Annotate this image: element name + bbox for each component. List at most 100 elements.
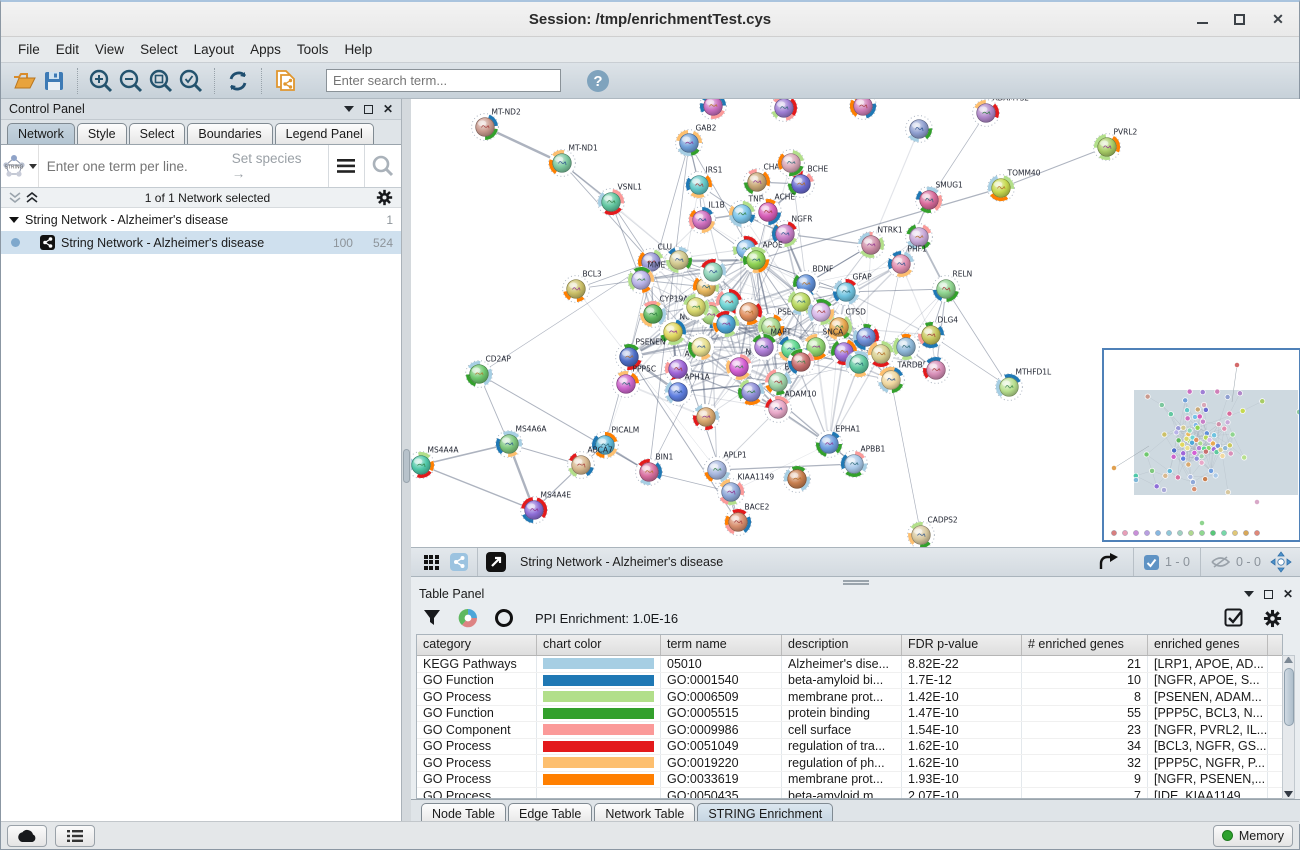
network-node[interactable]: PVRL2	[1094, 128, 1138, 161]
table-row[interactable]: KEGG Pathways05010Alzheimer's dise...8.8…	[417, 656, 1282, 673]
zoom-fit-icon[interactable]	[146, 66, 176, 96]
table-panel-close-icon[interactable]: ✕	[1283, 587, 1293, 601]
network-node[interactable]: VSNL1	[598, 183, 643, 216]
network-node[interactable]	[868, 341, 895, 368]
grid-view-icon[interactable]	[417, 548, 445, 576]
table-row[interactable]: GO FunctionGO:0001540beta-amyloid bi...1…	[417, 673, 1282, 690]
network-node[interactable]	[778, 150, 805, 177]
open-in-browser-icon[interactable]	[482, 548, 510, 576]
network-node[interactable]	[906, 116, 933, 143]
network-node[interactable]: SMUG1	[916, 181, 963, 214]
overview-viewport-rect[interactable]	[1134, 390, 1298, 495]
network-node[interactable]: TOMM40	[988, 169, 1041, 202]
network-node[interactable]	[700, 99, 727, 119]
filter-enrichment-icon[interactable]	[421, 607, 443, 629]
column-header-category[interactable]: category	[417, 635, 537, 655]
network-node[interactable]: APBB1	[841, 445, 886, 478]
table-panel-resize-grip[interactable]	[411, 577, 1300, 585]
minimize-button[interactable]	[1197, 16, 1208, 24]
menu-view[interactable]: View	[88, 39, 131, 60]
scroll-thumb[interactable]	[1284, 668, 1294, 726]
network-node[interactable]: IRS1	[686, 166, 723, 199]
clone-network-icon[interactable]	[270, 66, 300, 96]
column-header-enriched-genes[interactable]: enriched genes	[1148, 635, 1268, 655]
save-session-icon[interactable]	[39, 66, 69, 96]
panel-close-icon[interactable]: ✕	[383, 102, 393, 116]
close-button[interactable]: ✕	[1271, 13, 1285, 27]
network-node[interactable]	[738, 379, 765, 406]
network-node[interactable]: GAB2	[676, 124, 717, 157]
table-row[interactable]: GO ProcessGO:0033619membrane prot...1.93…	[417, 772, 1282, 789]
network-node[interactable]	[713, 311, 740, 338]
collapse-all-icon[interactable]	[9, 192, 22, 204]
network-view-canvas[interactable]: MT-ND2MT-ND1VSNL1GAB2ADAMTS2PVRL2TOMM40S…	[411, 99, 1300, 547]
zoom-in-icon[interactable]	[86, 66, 116, 96]
network-node[interactable]: BACE2	[725, 503, 770, 536]
network-node[interactable]	[700, 259, 727, 286]
network-node[interactable]	[784, 466, 811, 493]
table-row[interactable]: GO ProcessGO:0051049regulation of tra...…	[417, 739, 1282, 756]
table-row[interactable]: GO FunctionGO:0005515protein binding1.47…	[417, 706, 1282, 723]
menu-tools[interactable]: Tools	[290, 39, 336, 60]
menu-edit[interactable]: Edit	[49, 39, 86, 60]
scroll-up-icon[interactable]	[1284, 657, 1293, 663]
network-node[interactable]	[923, 357, 950, 384]
reset-charts-icon[interactable]	[493, 607, 515, 629]
network-node[interactable]: DLG4	[918, 316, 959, 349]
menu-file[interactable]: File	[11, 39, 47, 60]
column-header-term-name[interactable]: term name	[661, 635, 782, 655]
network-node[interactable]	[850, 99, 877, 119]
table-row[interactable]: GO ProcessGO:0019220regulation of ph...1…	[417, 755, 1282, 772]
network-node[interactable]: CADPS2	[908, 516, 958, 548]
network-node[interactable]	[736, 299, 763, 326]
refresh-icon[interactable]	[223, 66, 253, 96]
network-node[interactable]: CD2AP	[466, 355, 512, 388]
network-node[interactable]	[788, 349, 815, 376]
column-header-fdr-p-value[interactable]: FDR p-value	[902, 635, 1022, 655]
menu-select[interactable]: Select	[133, 39, 185, 60]
expand-all-icon[interactable]	[26, 192, 39, 204]
menu-help[interactable]: Help	[337, 39, 379, 60]
table-row[interactable]: GO ProcessGO:0006509membrane prot...1.42…	[417, 689, 1282, 706]
network-node[interactable]	[688, 334, 715, 361]
birdseye-toggle-icon[interactable]	[445, 548, 473, 576]
set-species-link[interactable]: Set species →	[232, 151, 328, 181]
zoom-selected-icon[interactable]	[176, 66, 206, 96]
open-session-icon[interactable]	[9, 66, 39, 96]
network-node[interactable]: CHAT	[744, 163, 784, 196]
network-node[interactable]: PHF1	[888, 245, 927, 278]
panel-splitter-handle[interactable]	[403, 449, 410, 483]
network-node[interactable]	[808, 299, 835, 326]
select-columns-icon[interactable]	[1223, 607, 1245, 629]
query-options-icon[interactable]	[329, 145, 365, 187]
network-node[interactable]: PPP5C	[613, 365, 656, 398]
network-node[interactable]	[683, 294, 710, 321]
pan-navigate-icon[interactable]	[1267, 548, 1295, 576]
task-history-button[interactable]	[55, 825, 95, 847]
table-row[interactable]: GO ComponentGO:0009986cell surface1.54E-…	[417, 722, 1282, 739]
zoom-out-icon[interactable]	[116, 66, 146, 96]
search-input[interactable]	[326, 69, 561, 92]
scroll-down-icon[interactable]	[1284, 791, 1293, 797]
table-panel-menu-icon[interactable]	[1244, 591, 1254, 597]
network-node[interactable]: MT-ND2	[472, 108, 521, 141]
collection-expand-icon[interactable]	[9, 217, 19, 223]
network-node[interactable]: ABCA7	[568, 446, 613, 479]
table-panel-float-icon[interactable]	[1264, 590, 1273, 599]
maximize-button[interactable]	[1234, 14, 1245, 25]
table-settings-gear-icon[interactable]	[1261, 607, 1283, 629]
table-scrollbar[interactable]	[1282, 655, 1295, 799]
draw-charts-icon[interactable]	[457, 607, 479, 629]
column-header-chart-color[interactable]: chart color	[537, 635, 661, 655]
network-node[interactable]: MTHFD1L	[996, 368, 1052, 401]
menu-apps[interactable]: Apps	[243, 39, 288, 60]
string-protein-query-dropdown[interactable]: STRING	[1, 145, 39, 187]
table-row[interactable]: GO ProcessGO:0050435beta-amyloid m...2.0…	[417, 788, 1282, 799]
column-header-description[interactable]: description	[782, 635, 902, 655]
query-search-icon[interactable]	[365, 145, 401, 187]
column-header--enriched-genes[interactable]: # enriched genes	[1022, 635, 1148, 655]
menu-layout[interactable]: Layout	[187, 39, 242, 60]
network-node[interactable]	[893, 334, 920, 361]
birds-eye-overview[interactable]	[1102, 348, 1300, 542]
memory-button[interactable]: Memory	[1213, 825, 1293, 847]
